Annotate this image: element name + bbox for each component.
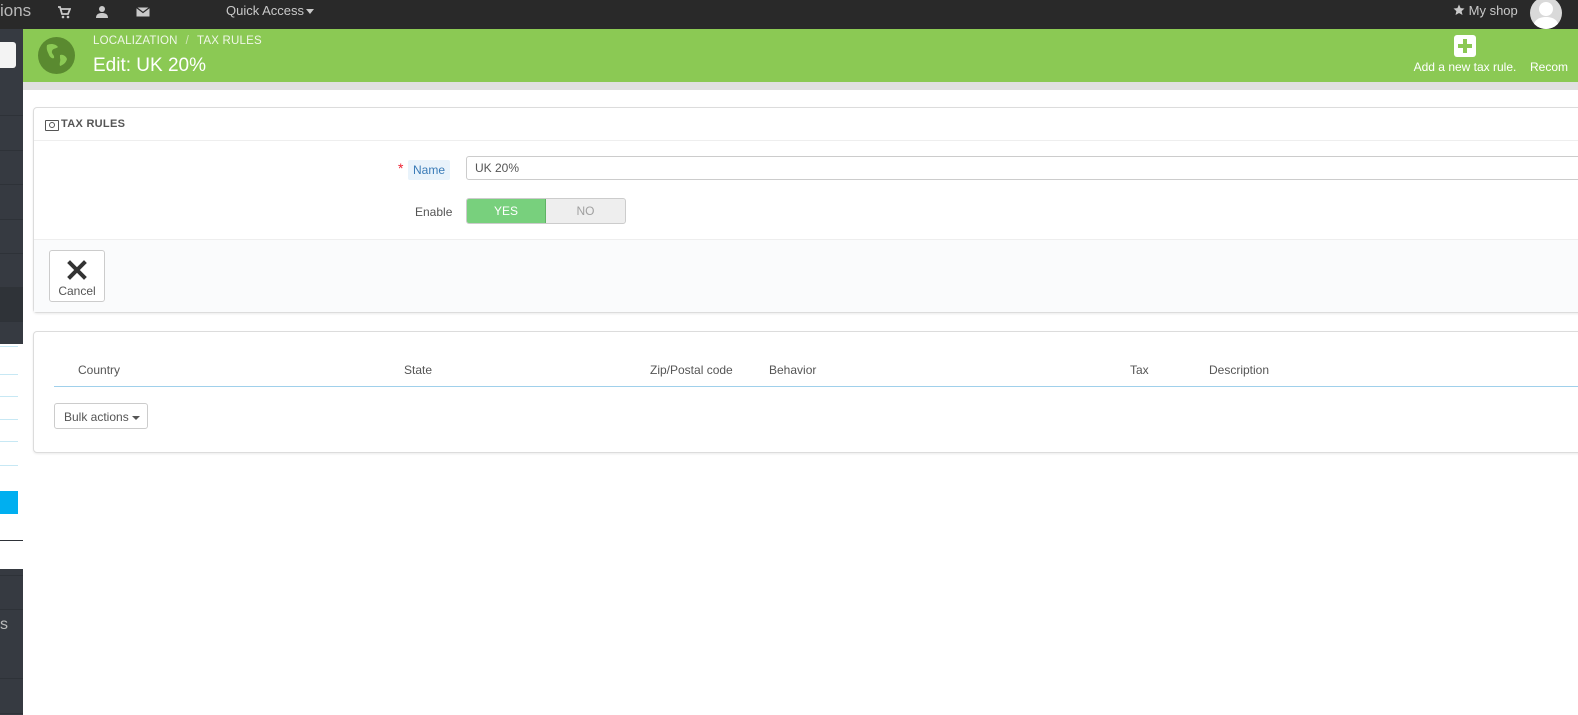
panel-heading: TAX RULES — [34, 108, 1578, 141]
name-field[interactable] — [466, 156, 1578, 180]
name-label: Name — [408, 160, 451, 180]
user-icon[interactable] — [95, 5, 109, 19]
cancel-label: Cancel — [58, 284, 96, 298]
sidebar-item[interactable] — [0, 185, 23, 220]
enable-label: Enable — [415, 205, 453, 219]
sidebar-item[interactable] — [0, 679, 23, 714]
my-shop-label: My shop — [1468, 3, 1518, 18]
chevron-down-icon — [306, 9, 315, 15]
my-shop-link[interactable]: My shop — [1453, 3, 1518, 18]
table-header: Country State Zip/Postal code Behavior T… — [54, 360, 1578, 387]
page-header: LOCALIZATION / TAX RULES Edit: UK 20% Add … — [23, 29, 1578, 90]
submenu-divider — [0, 465, 18, 466]
sidebar-item[interactable] — [0, 116, 23, 151]
enable-no-option[interactable]: NO — [546, 199, 625, 223]
submenu-divider — [0, 441, 18, 442]
cancel-button[interactable]: Cancel — [49, 250, 105, 302]
submenu-divider — [0, 374, 18, 375]
column-header-tax[interactable]: Tax — [1130, 363, 1149, 377]
add-tax-rule-label: Add a new tax rule. — [1413, 60, 1517, 74]
breadcrumb-separator: / — [185, 35, 190, 47]
sidebar-submenu — [0, 344, 23, 569]
column-header-behavior[interactable]: Behavior — [769, 363, 816, 377]
sidebar-item-label: s — [0, 616, 8, 633]
star-icon — [1453, 4, 1465, 15]
enable-switch[interactable]: YES NO — [466, 198, 626, 224]
required-marker: * — [398, 160, 404, 176]
submenu-divider — [0, 419, 18, 420]
column-header-country[interactable]: Country — [78, 363, 120, 377]
column-header-description[interactable]: Description — [1209, 363, 1269, 377]
recommended-modules-button[interactable]: Recom — [1530, 60, 1568, 74]
brand-text: ions — [0, 1, 32, 20]
sidebar: s — [0, 29, 23, 715]
page-title: Edit: UK 20% — [93, 55, 206, 76]
envelope-icon[interactable] — [136, 5, 150, 19]
quick-access-menu[interactable]: Quick Access — [226, 3, 315, 18]
tax-rules-list-panel: Country State Zip/Postal code Behavior T… — [33, 331, 1578, 453]
sidebar-item[interactable] — [0, 575, 23, 610]
breadcrumb: LOCALIZATION / TAX RULES — [93, 35, 262, 47]
submenu-divider — [0, 346, 18, 347]
globe-icon — [38, 37, 75, 74]
breadcrumb-item-localization[interactable]: LOCALIZATION — [93, 35, 178, 47]
column-header-state[interactable]: State — [404, 363, 432, 377]
sidebar-item[interactable] — [0, 644, 23, 679]
avatar[interactable] — [1530, 0, 1562, 29]
bulk-actions-label: Bulk actions — [64, 410, 129, 424]
plus-icon — [1454, 35, 1476, 57]
sidebar-item[interactable] — [0, 253, 23, 288]
user-avatar-icon — [1533, 2, 1559, 29]
close-icon — [67, 260, 87, 280]
money-icon — [45, 120, 59, 131]
breadcrumb-item-tax-rules[interactable]: TAX RULES — [197, 35, 262, 47]
submenu-divider — [0, 396, 18, 397]
sidebar-item-localization[interactable] — [0, 287, 23, 322]
sidebar-search-input[interactable] — [0, 42, 16, 68]
panel-footer: Cancel — [34, 239, 1578, 312]
column-header-zip[interactable]: Zip/Postal code — [650, 363, 733, 377]
bulk-actions-dropdown[interactable]: Bulk actions — [54, 403, 148, 429]
sidebar-subitem-tax-rules-active[interactable] — [0, 491, 18, 514]
sidebar-item[interactable] — [0, 81, 23, 116]
panel-caption: TAX RULES — [61, 118, 126, 130]
sidebar-item[interactable] — [0, 150, 23, 185]
tax-rules-form-panel: TAX RULES * Name Enable YES NO Cancel — [33, 107, 1578, 313]
cart-icon[interactable] — [57, 5, 71, 19]
add-tax-rule-button[interactable]: Add a new tax rule. — [1410, 35, 1520, 79]
sidebar-item[interactable] — [0, 540, 23, 576]
quick-access-label: Quick Access — [226, 3, 305, 18]
chevron-down-icon — [131, 415, 140, 420]
sidebar-item[interactable] — [0, 219, 23, 254]
top-navbar: ions Quick Access My shop — [0, 0, 1578, 29]
enable-yes-option[interactable]: YES — [467, 199, 546, 223]
